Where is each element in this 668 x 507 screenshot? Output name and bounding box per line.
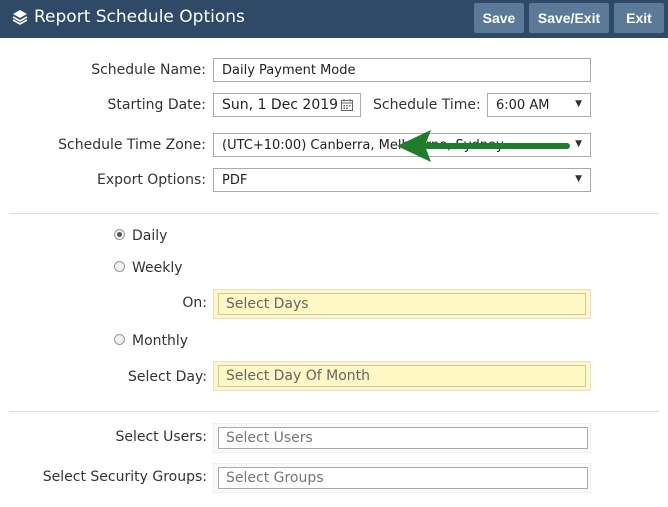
select-days-container: Select Days: [213, 289, 591, 319]
schedule-time-value: 6:00 AM: [496, 97, 550, 113]
schedule-name-value: Daily Payment Mode: [222, 62, 356, 78]
exit-button[interactable]: Exit: [614, 3, 664, 33]
export-options-select[interactable]: PDF ▼: [213, 168, 591, 192]
section-divider: [9, 213, 659, 214]
section-divider: [9, 411, 659, 412]
select-day-label: Select Day:: [128, 369, 207, 385]
select-users-input[interactable]: Select Users: [218, 427, 588, 449]
schedule-time-label: Schedule Time:: [373, 97, 481, 113]
monthly-radio[interactable]: [114, 334, 125, 345]
schedule-name-input[interactable]: Daily Payment Mode: [213, 58, 591, 82]
time-zone-label: Schedule Time Zone:: [58, 137, 206, 153]
schedule-time-select[interactable]: 6:00 AM ▼: [487, 93, 591, 117]
schedule-name-label: Schedule Name:: [91, 62, 206, 78]
select-users-label: Select Users:: [115, 429, 207, 445]
daily-radio-label: Daily: [132, 228, 168, 244]
select-groups-label: Select Security Groups:: [42, 469, 207, 485]
daily-radio[interactable]: [114, 229, 125, 240]
layers-icon: [12, 10, 28, 25]
save-button[interactable]: Save: [474, 3, 524, 33]
annotation-arrow-icon: [397, 130, 570, 162]
export-options-value: PDF: [222, 172, 248, 188]
calendar-icon[interactable]: [341, 99, 353, 111]
select-groups-container: Select Groups: [213, 463, 591, 493]
starting-date-label: Starting Date:: [107, 97, 206, 113]
export-options-label: Export Options:: [96, 172, 206, 188]
chevron-down-icon: ▼: [575, 174, 582, 184]
select-users-container: Select Users: [213, 423, 591, 453]
starting-date-input[interactable]: Sun, 1 Dec 2019: [213, 93, 361, 117]
on-label: On:: [182, 295, 207, 311]
dialog-title-text: Report Schedule Options: [34, 7, 245, 27]
select-day-container: Select Day Of Month: [213, 361, 591, 391]
select-days-input[interactable]: Select Days: [218, 293, 586, 315]
weekly-radio-label: Weekly: [132, 260, 183, 276]
weekly-radio[interactable]: [114, 261, 125, 272]
starting-date-value: Sun, 1 Dec 2019: [222, 97, 339, 113]
dialog-title: Report Schedule Options: [12, 7, 245, 27]
monthly-radio-label: Monthly: [132, 333, 189, 349]
select-groups-input[interactable]: Select Groups: [218, 467, 588, 489]
header-bar: Report Schedule Options Save Save/Exit E…: [0, 0, 668, 38]
save-exit-button[interactable]: Save/Exit: [529, 3, 609, 33]
chevron-down-icon: ▼: [575, 99, 582, 109]
select-day-of-month-input[interactable]: Select Day Of Month: [218, 365, 586, 387]
